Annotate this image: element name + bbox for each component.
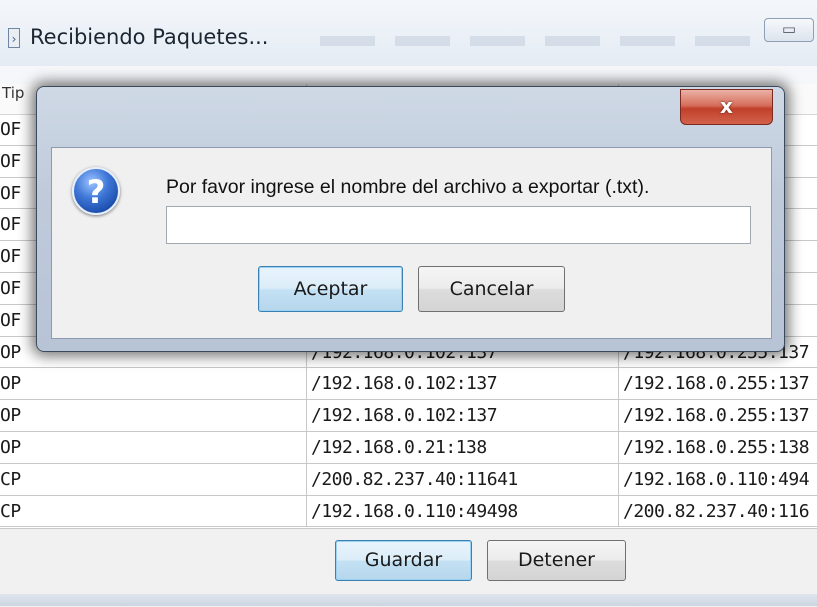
row-destination-cell: /200.82.237.40:116 [623,500,810,522]
row-type-cell: OP [0,400,307,431]
row-destination-cell: /192.168.0.255:137 [623,373,810,395]
aceptar-button[interactable]: Aceptar [258,266,403,312]
question-icon: ? [72,167,120,215]
row-destination-cell: /192.168.0.255:138 [623,437,810,458]
row-type-cell: CP [0,463,307,495]
window-bottom-edge [0,594,817,606]
menu-strip [0,66,817,84]
row-source-cell: /200.82.237.40:11641 [307,463,619,495]
row-type-cell: OP [0,368,307,400]
table-row[interactable]: OP/192.168.0.102:137/192.168.0.255:137 [0,400,817,432]
filename-input[interactable] [166,206,751,244]
row-destination-cell: /192.168.0.110:494 [623,468,810,490]
row-source-cell: /192.168.0.110:49498 [307,495,619,527]
close-button[interactable]: x [680,89,773,125]
background-window-title: Recibiendo Paquetes... [30,25,269,49]
detener-button[interactable]: Detener [487,540,626,581]
export-dialog: x ? Por favor ingrese el nombre del arch… [36,86,785,352]
table-row[interactable]: CP/200.82.237.40:11641/192.168.0.110:494 [0,463,817,496]
table-row[interactable]: OP/192.168.0.21:138/192.168.0.255:138 [0,432,817,464]
dialog-message: Por favor ingrese el nombre del archivo … [166,176,650,198]
cancelar-button[interactable]: Cancelar [418,266,565,312]
row-source-cell: /192.168.0.102:137 [307,400,619,431]
row-source-cell: /192.168.0.102:137 [307,368,619,400]
row-source-cell: /192.168.0.21:138 [307,432,619,463]
dialog-body: ? Por favor ingrese el nombre del archiv… [51,147,772,339]
window-app-icon: › [8,28,20,48]
table-row[interactable]: OP/192.168.0.102:137/192.168.0.255:137 [0,368,817,401]
row-type-cell: CP [0,495,307,527]
blurred-toolbar-text [320,36,760,46]
row-destination-cell: /192.168.0.255:137 [623,405,810,427]
guardar-button[interactable]: Guardar [335,540,472,581]
background-titlebar: › Recibiendo Paquetes... ▭ [0,0,817,67]
row-type-cell: OP [0,432,307,463]
table-row[interactable]: CP/192.168.0.110:49498/200.82.237.40:116 [0,495,817,528]
minimize-button[interactable]: ▭ [764,18,814,42]
